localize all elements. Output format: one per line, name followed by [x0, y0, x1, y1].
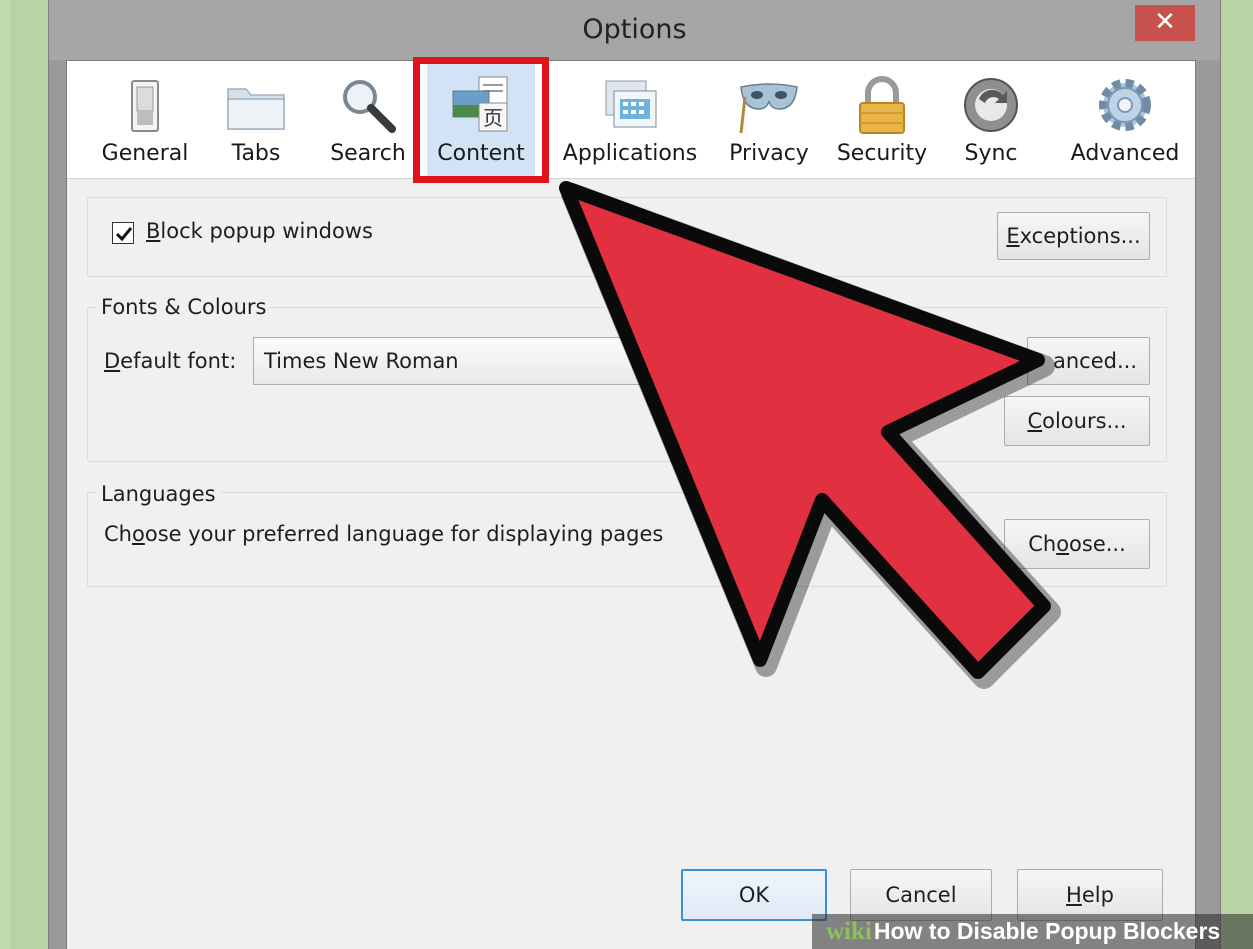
tab-label: Tabs: [231, 141, 281, 166]
block-popups-checkbox[interactable]: [112, 222, 134, 244]
content-tab-highlight: [413, 57, 549, 183]
sync-icon: [964, 78, 1018, 132]
tab-general[interactable]: General: [97, 61, 193, 179]
tab-label: Search: [330, 141, 406, 166]
desktop-background: [0, 0, 10, 949]
tab-label: Applications: [562, 141, 698, 166]
magnifier-icon: [343, 80, 396, 133]
switch-icon: [131, 80, 159, 132]
window-title: Options: [582, 14, 687, 45]
tab-security[interactable]: Security: [831, 61, 933, 179]
tab-search[interactable]: Search: [320, 61, 416, 179]
tab-label: Advanced: [1070, 141, 1180, 166]
tab-tabs[interactable]: Tabs: [215, 61, 297, 179]
close-icon: ✕: [1154, 7, 1176, 37]
dialog-client-area: General Tabs Search 页 Content Applicatio…: [66, 57, 1196, 949]
gear-icon: [1099, 79, 1151, 131]
applications-icon: [605, 80, 657, 128]
default-font-select[interactable]: Times New Roman: [253, 337, 813, 385]
mask-icon: [739, 83, 798, 134]
advanced-fonts-button[interactable]: anced...: [1027, 337, 1150, 385]
ok-button[interactable]: OK: [681, 869, 827, 921]
folder-icon: [227, 88, 285, 130]
tab-sync[interactable]: Sync: [951, 61, 1031, 179]
tab-privacy[interactable]: Privacy: [723, 61, 815, 179]
block-popups-label[interactable]: Block popup windows: [146, 219, 373, 243]
choose-language-button[interactable]: Choose...: [1004, 519, 1150, 569]
tab-label: General: [101, 141, 189, 166]
tab-label: Security: [836, 141, 928, 166]
tab-label: Privacy: [729, 141, 809, 166]
exceptions-button[interactable]: Exceptions...: [997, 212, 1150, 260]
languages-description: Choose your preferred language for displ…: [104, 522, 664, 546]
fonts-group-label: Fonts & Colours: [97, 295, 271, 319]
checkmark-icon: [115, 227, 133, 242]
languages-group-label: Languages: [97, 482, 220, 506]
tab-advanced[interactable]: Advanced: [1067, 61, 1183, 179]
pane-toolbar: General Tabs Search 页 Content Applicatio…: [67, 57, 1195, 183]
wikihow-watermark: wikiHow to Disable Popup Blockers: [812, 914, 1253, 949]
close-button[interactable]: ✕: [1135, 5, 1195, 41]
colours-button[interactable]: Colours...: [1004, 396, 1150, 446]
tab-label: Sync: [964, 141, 1018, 166]
options-window: Options ✕ General Tabs Search 页 Content …: [48, 0, 1221, 949]
title-bar[interactable]: Options ✕: [49, 0, 1220, 60]
tab-applications[interactable]: Applications: [555, 61, 705, 179]
padlock-icon: [859, 76, 905, 134]
default-font-label: Default font:: [104, 349, 237, 373]
